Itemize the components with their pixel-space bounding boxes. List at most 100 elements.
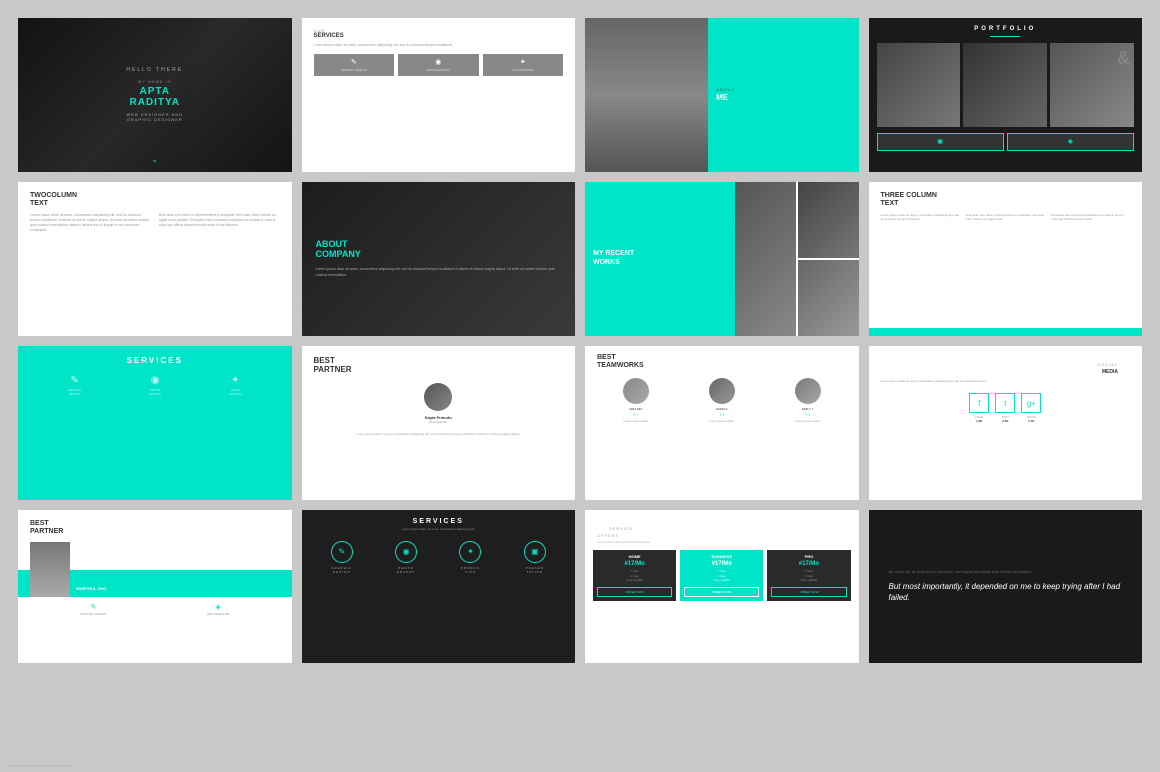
slide-8-three-column[interactable]: THREE COLUMN TEXT Lorem ipsum dolor sit …: [869, 182, 1143, 336]
services-dark-desc: Lorem ipsum dolor sit amet, consectetur …: [302, 527, 576, 537]
team-avatar-2: [709, 378, 735, 404]
dark-svc-circle-2: ◉: [395, 541, 417, 563]
team-icon-tw-3: t: [809, 413, 810, 417]
team-icons-3: f t: [806, 413, 810, 417]
slide-12-social-media[interactable]: SOCIAL MEDIA Lorem ipsum dolor sit amet,…: [869, 346, 1143, 500]
social-icons: f FACE 1.2K t TWIT 3.4K g+ GOOG 2.1K: [869, 389, 1143, 427]
svc-icon-3: ✦: [231, 375, 239, 386]
plan-business-button[interactable]: ORDER NOW: [684, 587, 759, 597]
services-cyan-icons: ✎ GRAPHICDESIGN ◉ PHOTOGRAPHY ✦ ILLUSTRA…: [18, 371, 292, 404]
partner-avatar: [424, 383, 452, 411]
slide-16-quote[interactable]: My clients will, be to good luck, hard w…: [869, 510, 1143, 664]
portfolio-photo-2: [963, 43, 1047, 127]
svc-item-1: ✎ GRAPHICDESIGN: [68, 375, 82, 396]
twitter-icon: t: [1004, 399, 1006, 408]
service-icon-1: ✎: [351, 58, 357, 66]
portfolio-item-1: ▣: [877, 133, 1004, 151]
plan-home-features: 1 User1 UserFree Update: [597, 569, 672, 583]
team-icons-1: f t: [634, 413, 638, 417]
hello-text: HELLO THERE: [126, 67, 183, 73]
recent-works-left: MY RECENT WORKS: [585, 182, 735, 336]
dark-svc-label-3: PRODUCTION: [461, 566, 480, 574]
portfolio-item-icon-2: ◉: [1068, 138, 1073, 145]
three-col-3-text: Excepteur sint occaecat cupidatat non pr…: [1051, 213, 1130, 222]
slide-14-services-dark[interactable]: SERVICES Lorem ipsum dolor sit amet, con…: [302, 510, 576, 664]
services-dark-title: SERVICES: [302, 510, 576, 527]
ampersand-decoration: &: [1117, 48, 1130, 69]
partner-showcase: WORTRUL CHO: [18, 542, 292, 597]
about-me-text: ABOUT ME: [708, 18, 858, 172]
social-header: SOCIAL MEDIA: [869, 346, 1143, 379]
team-icons-2: f t: [720, 413, 724, 417]
three-col-title: THREE COLUMN TEXT: [869, 182, 1143, 213]
facebook-box: f: [969, 393, 989, 413]
partner-bottom-icons: ✎ GRAPHIC DESIGN ◈ ART DIRECTOR: [18, 597, 292, 620]
my-name-label: MY NAME IS: [138, 79, 172, 84]
team-desc-3: Lorem ipsum dolor: [795, 419, 820, 423]
cyan-accent-bar: [869, 328, 1143, 336]
col-1: Lorem ipsum dolor sit amet, consectetur …: [30, 213, 151, 234]
teamworks-title: BEST TEAMWORKS: [585, 346, 859, 375]
two-col-content: Lorem ipsum dolor sit amet, consectetur …: [18, 213, 292, 234]
watermark-text: www.hislide.presentationvillage.com: [8, 763, 72, 768]
team-icon-fb: f: [634, 413, 635, 417]
svc-icon-1: ✎: [70, 375, 78, 386]
slide-1-intro[interactable]: HELLO THERE MY NAME IS APTA RADITYA WEB …: [18, 18, 292, 172]
plan-pro: PRO #17/Mo 1 User1 UserFree Update ORDER…: [767, 550, 850, 601]
slide-2-services[interactable]: OUR SERVICES Lorem ipsum dolor sit amet,…: [302, 18, 576, 172]
slide-7-recent-works[interactable]: MY RECENT WORKS: [585, 182, 859, 336]
dark-svc-circle-4: ▣: [524, 541, 546, 563]
portfolio-photos: [869, 43, 1143, 133]
dark-svc-label-2: PHOTOGRAPHY: [397, 566, 416, 574]
facebook-icon: f: [978, 399, 980, 408]
about-label: ABOUT: [716, 87, 850, 92]
portfolio-photo-1: [877, 43, 961, 127]
col-2: Duis aute irure dolor in reprehenderit i…: [159, 213, 280, 234]
company-title: ABOUT COMPANY: [316, 240, 562, 260]
team-member-1: ARIA MIA f t Lorem ipsum dolor: [623, 378, 649, 423]
dark-svc-label-1: GRAPHICDESIGN: [331, 566, 352, 574]
slide-3-about-me[interactable]: ABOUT ME: [585, 18, 859, 172]
slide-11-best-teamworks[interactable]: BEST TEAMWORKS ARIA MIA f t Lorem ipsum …: [585, 346, 859, 500]
presenter-subtitle: WEB DESIGNER AND GRAPHIC DESIGNER: [127, 112, 183, 122]
team-name-3: EMILY J: [802, 407, 813, 411]
google-box: g+: [1021, 393, 1041, 413]
facebook-count: 1.2K: [976, 419, 982, 423]
plan-pro-button[interactable]: ORDER NOW: [771, 587, 846, 597]
slide-10-best-partner[interactable]: BEST PARTNER Kayla Primutu Photographer …: [302, 346, 576, 500]
service-box-2: ◉ PHOTOGRAPHY: [398, 54, 479, 76]
plan-business-name: BUSINESS: [684, 554, 759, 559]
quote-content: My clients will, be to good luck, hard w…: [869, 510, 1143, 664]
partner-description: Lorem ipsum dolor sit amet, consectetur …: [302, 428, 576, 441]
team-desc-2: Lorem ipsum dolor: [709, 419, 734, 423]
slide-15-service-offers[interactable]: SERVICE OFFERS Lorem ipsum dolor sit ame…: [585, 510, 859, 664]
presenter-name: APTA RADITYA: [129, 86, 180, 108]
svc-label-3: ILLUSTRATION: [229, 388, 242, 396]
team-avatar-3: [795, 378, 821, 404]
quote-pretext: My clients will, be to good luck, hard w…: [889, 570, 1123, 575]
slide-9-services-cyan[interactable]: SERVICES ✎ GRAPHICDESIGN ◉ PHOTOGRAPHY ✦…: [18, 346, 292, 500]
art-director-icon: ◈: [215, 603, 220, 611]
dark-svc-3: ✦ PRODUCTION: [459, 541, 481, 574]
team-members: ARIA MIA f t Lorem ipsum dolor NADIA K f…: [585, 374, 859, 427]
partner-person: Kayla Primutu Photographer: [302, 379, 576, 428]
slide-6-about-company[interactable]: ABOUT COMPANY Lorem ipsum dolor sit amet…: [302, 182, 576, 336]
intro-content: HELLO THERE MY NAME IS APTA RADITYA WEB …: [18, 18, 292, 172]
dark-svc-icon-1: ✎: [338, 547, 345, 556]
svc-icon-2: ◉: [151, 375, 160, 386]
social-desc: Lorem ipsum dolor sit amet, consectetur …: [869, 379, 1143, 390]
service-offers-label: SERVICE: [597, 518, 847, 533]
partner-info-2: WORTRUL CHO: [76, 586, 106, 591]
plan-home-button[interactable]: ORDER NOW: [597, 587, 672, 597]
team-icon-fb-2: f: [720, 413, 721, 417]
dark-svc-icon-4: ▣: [531, 547, 539, 556]
google-icon: g+: [1027, 399, 1036, 408]
slide-13-best-partner-photo[interactable]: BEST PARTNER WORTRUL CHO ✎ GRAPHIC DESIG…: [18, 510, 292, 664]
slide-4-portfolio[interactable]: PORTFOLIO & ▣ ◉: [869, 18, 1143, 172]
about-title: ME: [716, 94, 850, 103]
slide-grid: HELLO THERE MY NAME IS APTA RADITYA WEB …: [18, 18, 1142, 663]
service-box-3: ✦ ILLUSTRATION: [483, 54, 564, 76]
portfolio-item-icon-1: ▣: [937, 138, 943, 145]
col-2-text: Duis aute irure dolor in reprehenderit i…: [159, 213, 280, 229]
slide-5-two-column[interactable]: TWOCOLUMN TEXT Lorem ipsum dolor sit ame…: [18, 182, 292, 336]
